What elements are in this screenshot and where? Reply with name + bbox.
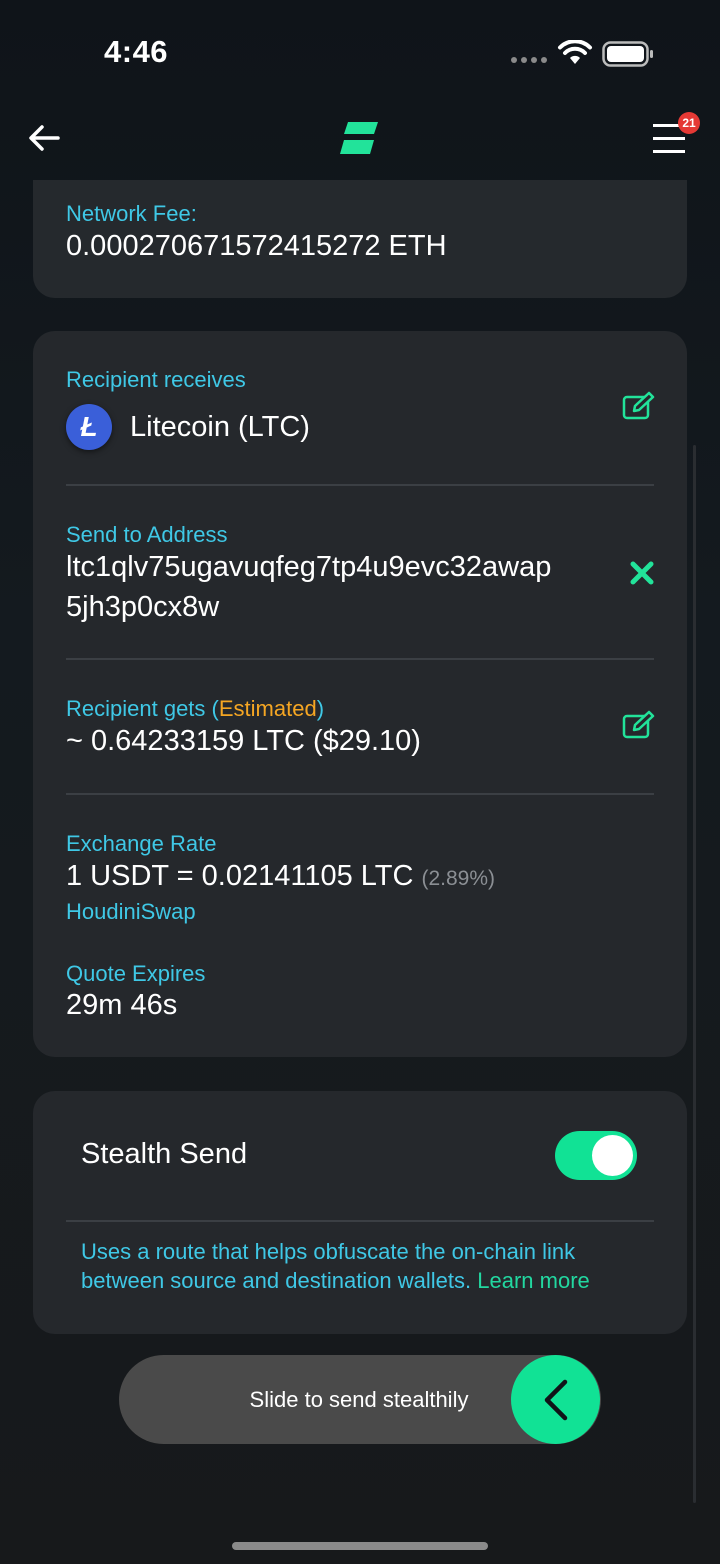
divider <box>66 484 654 486</box>
recipient-gets-label-suffix: ) <box>316 696 325 721</box>
send-address-line2: 5jh3p0cx8w <box>66 591 220 623</box>
chevron-left-icon <box>544 1379 567 1420</box>
stealth-send-card: Stealth Send Uses a route that helps obf… <box>33 1091 687 1334</box>
stealth-send-title: Stealth Send <box>81 1138 248 1170</box>
status-bar: 4:46 <box>0 0 720 100</box>
recipient-gets-label: Recipient gets (Estimated) <box>66 696 324 722</box>
toggle-knob <box>592 1135 633 1176</box>
status-time: 4:46 <box>104 34 169 69</box>
edit-recipient-amount-icon[interactable] <box>622 710 656 740</box>
stealth-send-toggle[interactable] <box>555 1131 637 1180</box>
edit-recipient-coin-icon[interactable] <box>622 391 656 421</box>
exchange-rate-value: 1 USDT = 0.02141105 LTC (2.89%) <box>66 860 495 893</box>
recipient-gets-label-prefix: Recipient gets ( <box>66 696 219 721</box>
exchange-rate-text: 1 USDT = 0.02141105 LTC <box>66 860 414 892</box>
recipient-gets-value: ~ 0.64233159 LTC ($29.10) <box>66 725 421 757</box>
exchange-rate-label: Exchange Rate <box>66 831 217 856</box>
app-logo-icon <box>340 122 378 154</box>
back-button[interactable] <box>22 118 66 158</box>
exchange-provider: HoudiniSwap <box>66 899 196 924</box>
slide-to-send-slider[interactable]: Slide to send stealthily <box>119 1355 601 1444</box>
scrollbar[interactable] <box>693 445 696 1503</box>
divider <box>66 1220 654 1222</box>
nav-bar <box>0 100 720 190</box>
send-address-line1: ltc1qlv75ugavuqfeg7tp4u9evc32awap <box>66 551 552 583</box>
recipient-receives-label: Recipient receives <box>66 367 246 392</box>
network-fee-value: 0.000270671572415272 ETH <box>66 230 447 262</box>
quote-expires-label: Quote Expires <box>66 961 206 986</box>
arrow-left-icon <box>29 125 60 151</box>
divider <box>66 793 654 795</box>
litecoin-icon: Ł <box>66 404 112 450</box>
network-fee-label: Network Fee: <box>66 201 197 226</box>
cellular-signal-icon <box>511 57 547 63</box>
slider-thumb[interactable] <box>511 1355 600 1444</box>
recipient-coin-name: Litecoin (LTC) <box>130 411 310 443</box>
stealth-description: Uses a route that helps obfuscate the on… <box>81 1237 651 1295</box>
estimated-label: Estimated <box>218 696 317 721</box>
transaction-details-card: Recipient receives Ł Litecoin (LTC) Send… <box>33 331 687 1057</box>
learn-more-link[interactable]: Learn more <box>477 1268 590 1293</box>
clear-address-icon[interactable] <box>629 560 655 586</box>
notification-badge: 21 <box>678 112 700 134</box>
wifi-icon <box>558 40 592 64</box>
quote-expires-value: 29m 46s <box>66 989 178 1021</box>
home-indicator[interactable] <box>232 1542 488 1550</box>
send-address-label: Send to Address <box>66 522 228 547</box>
exchange-rate-percent: (2.89%) <box>421 867 495 890</box>
divider <box>66 658 654 660</box>
network-fee-card: Network Fee: 0.000270671572415272 ETH <box>33 180 687 298</box>
battery-icon <box>602 41 653 67</box>
